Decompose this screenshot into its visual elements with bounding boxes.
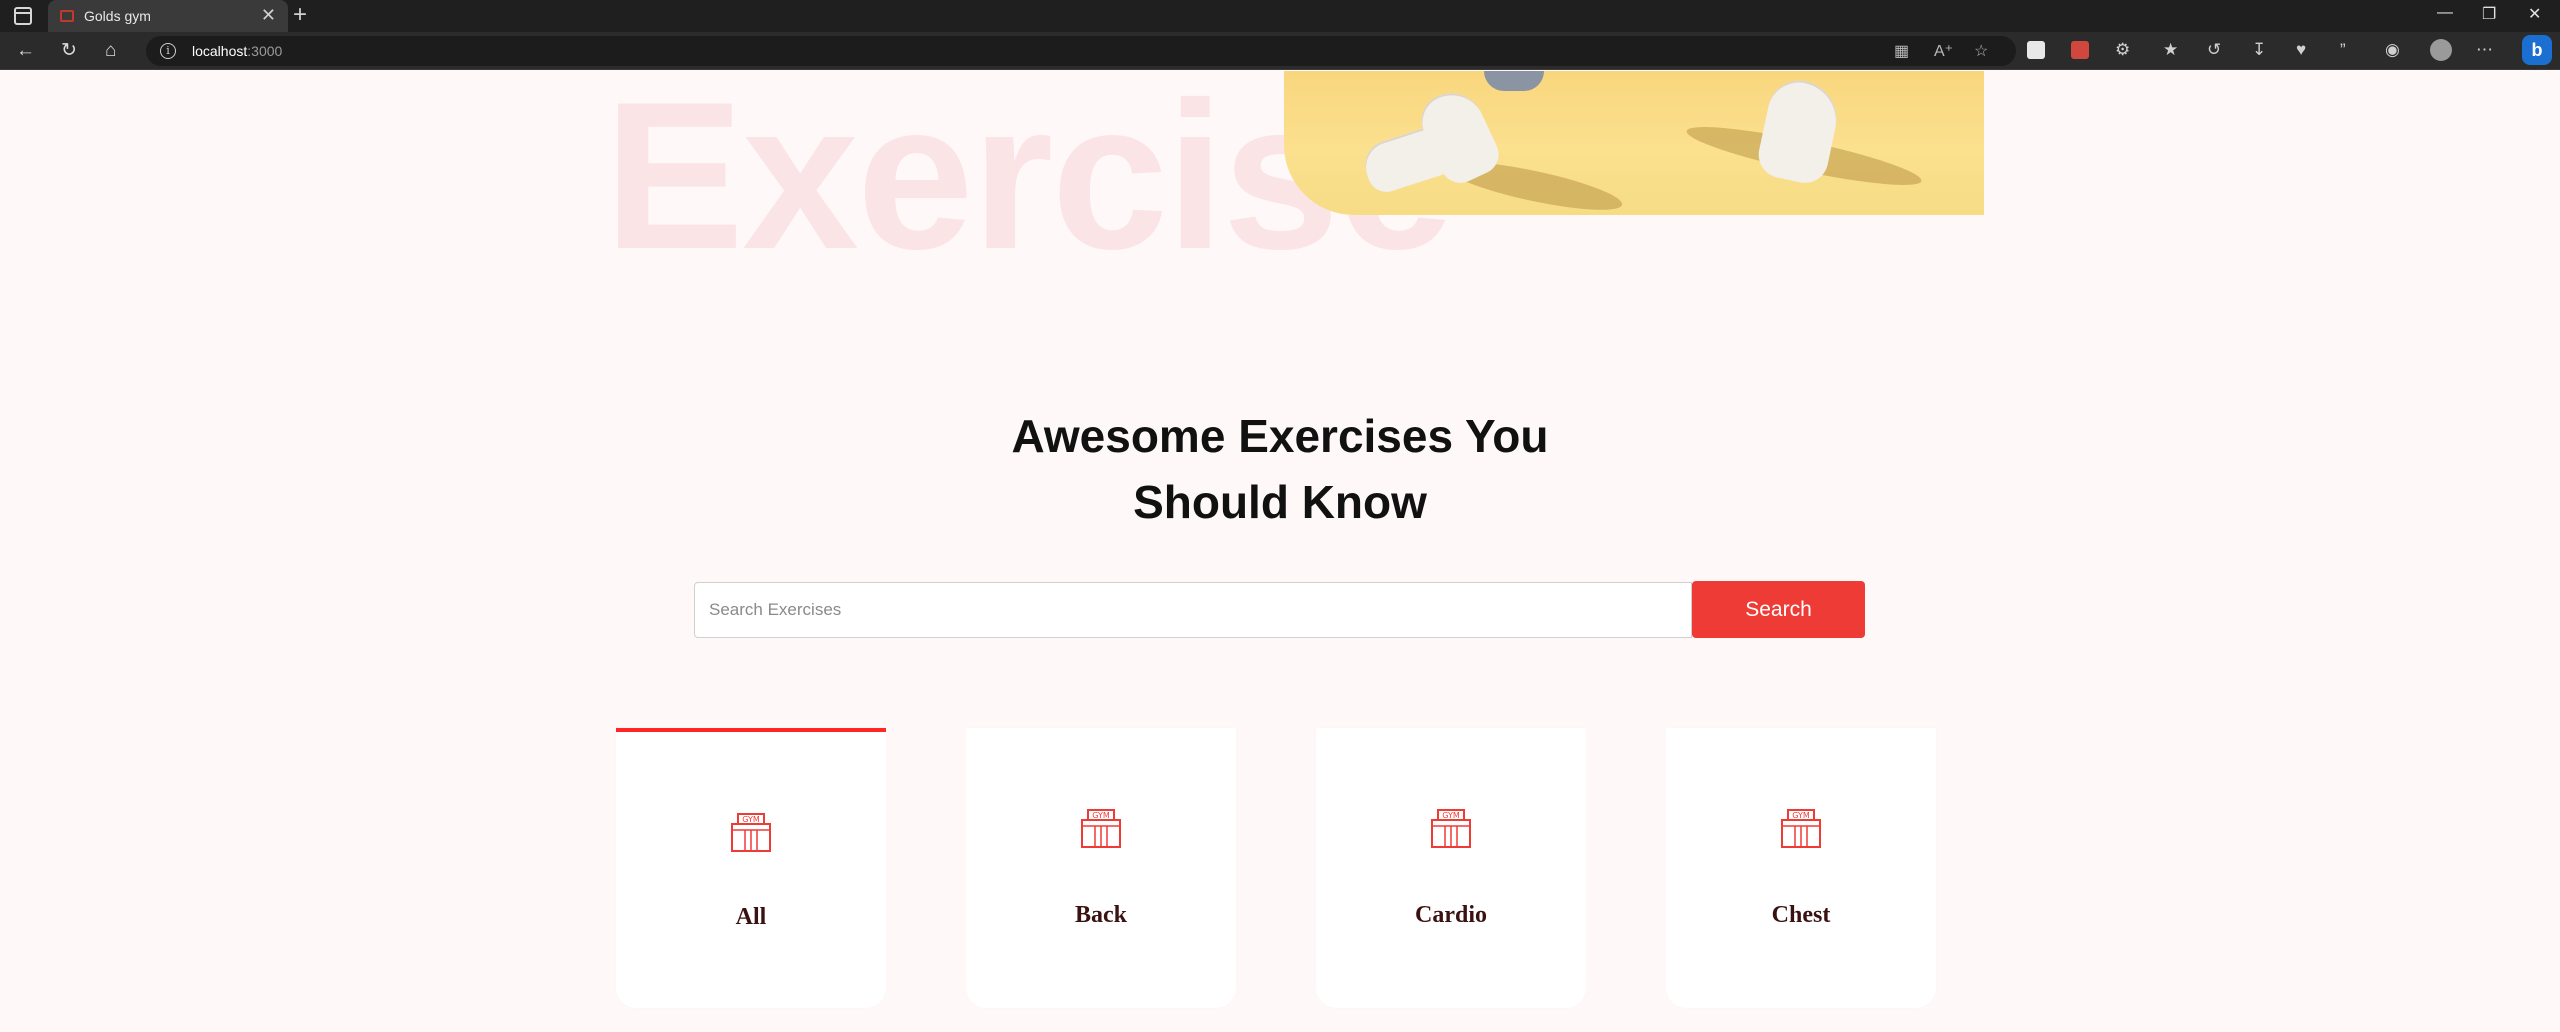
category-label: Back <box>1074 902 1127 928</box>
profile-avatar[interactable] <box>2430 39 2452 61</box>
page-content: Exercise Awesome Exercises You Should Kn… <box>0 71 2560 1032</box>
read-aloud-icon[interactable]: A⁺ <box>1934 41 1953 61</box>
gym-icon: GYM <box>731 813 771 852</box>
refresh-icon[interactable]: ↻ <box>61 40 77 62</box>
category-label: All <box>735 904 767 930</box>
close-tab-icon[interactable]: ✕ <box>261 5 276 25</box>
search-button[interactable]: Search <box>1692 581 1865 638</box>
downloads-icon[interactable]: ↧ <box>2252 40 2266 60</box>
back-icon[interactable]: ← <box>16 40 35 62</box>
more-menu-icon[interactable]: ⋯ <box>2476 40 2493 60</box>
gym-icon: GYM <box>1781 809 1821 848</box>
gym-icon: GYM <box>1431 809 1471 848</box>
site-info-icon[interactable]: i <box>160 43 176 59</box>
performance-icon[interactable]: ♥ <box>2296 40 2306 60</box>
svg-text:GYM: GYM <box>1442 811 1460 820</box>
address-bar[interactable]: i localhost:3000 ▦ A⁺ ☆ <box>146 36 2016 66</box>
section-heading-line2: Should Know <box>1133 476 1427 528</box>
favicon-icon <box>60 10 74 22</box>
copilot-icon[interactable]: b <box>2522 35 2552 65</box>
url-text: localhost:3000 <box>192 43 283 59</box>
category-label: Chest <box>1771 902 1831 928</box>
home-icon[interactable]: ⌂ <box>105 40 116 62</box>
category-card-back[interactable]: GYM Back <box>966 728 1236 1008</box>
tab-title: Golds gym <box>84 8 151 24</box>
extension-2-icon[interactable] <box>2071 41 2089 59</box>
apps-icon[interactable]: ▦ <box>1894 41 1909 61</box>
browser-tab[interactable]: Golds gym ✕ <box>48 0 288 32</box>
svg-text:GYM: GYM <box>1792 811 1810 820</box>
category-card-all[interactable]: GYM All <box>616 728 886 1008</box>
favorites-icon[interactable]: ★ <box>2163 40 2178 60</box>
extension-1-icon[interactable] <box>2027 41 2045 59</box>
close-window-button[interactable]: ✕ <box>2528 4 2541 24</box>
search-input[interactable] <box>694 582 1692 638</box>
browser-toolbar: ← ↻ ⌂ i localhost:3000 ▦ A⁺ ☆ ⚙ ★ ↺ ↧ ♥ … <box>0 32 2560 70</box>
category-label: Cardio <box>1415 902 1487 928</box>
extension-3-icon[interactable]: ⚙ <box>2115 40 2130 60</box>
minimize-button[interactable]: — <box>2437 4 2453 22</box>
favorite-star-icon[interactable]: ☆ <box>1974 41 1988 61</box>
category-card-cardio[interactable]: GYM Cardio <box>1316 728 1586 1008</box>
section-heading-line1: Awesome Exercises You <box>1011 410 1549 462</box>
browser-titlebar: Golds gym ✕ + — ❐ ✕ <box>0 0 2560 32</box>
quote-icon[interactable]: ” <box>2340 40 2346 60</box>
tab-actions-icon[interactable] <box>14 7 32 25</box>
restore-button[interactable]: ❐ <box>2482 4 2496 24</box>
svg-text:GYM: GYM <box>742 815 760 824</box>
leg-shape <box>1484 71 1544 91</box>
new-tab-button[interactable]: + <box>293 2 307 28</box>
svg-text:GYM: GYM <box>1092 811 1110 820</box>
history-icon[interactable]: ↺ <box>2207 40 2221 60</box>
category-card-chest[interactable]: GYM Chest <box>1666 728 1936 1008</box>
security-icon[interactable]: ◉ <box>2385 40 2400 60</box>
gym-icon: GYM <box>1081 809 1121 848</box>
hero-banner-image <box>1284 71 1984 215</box>
